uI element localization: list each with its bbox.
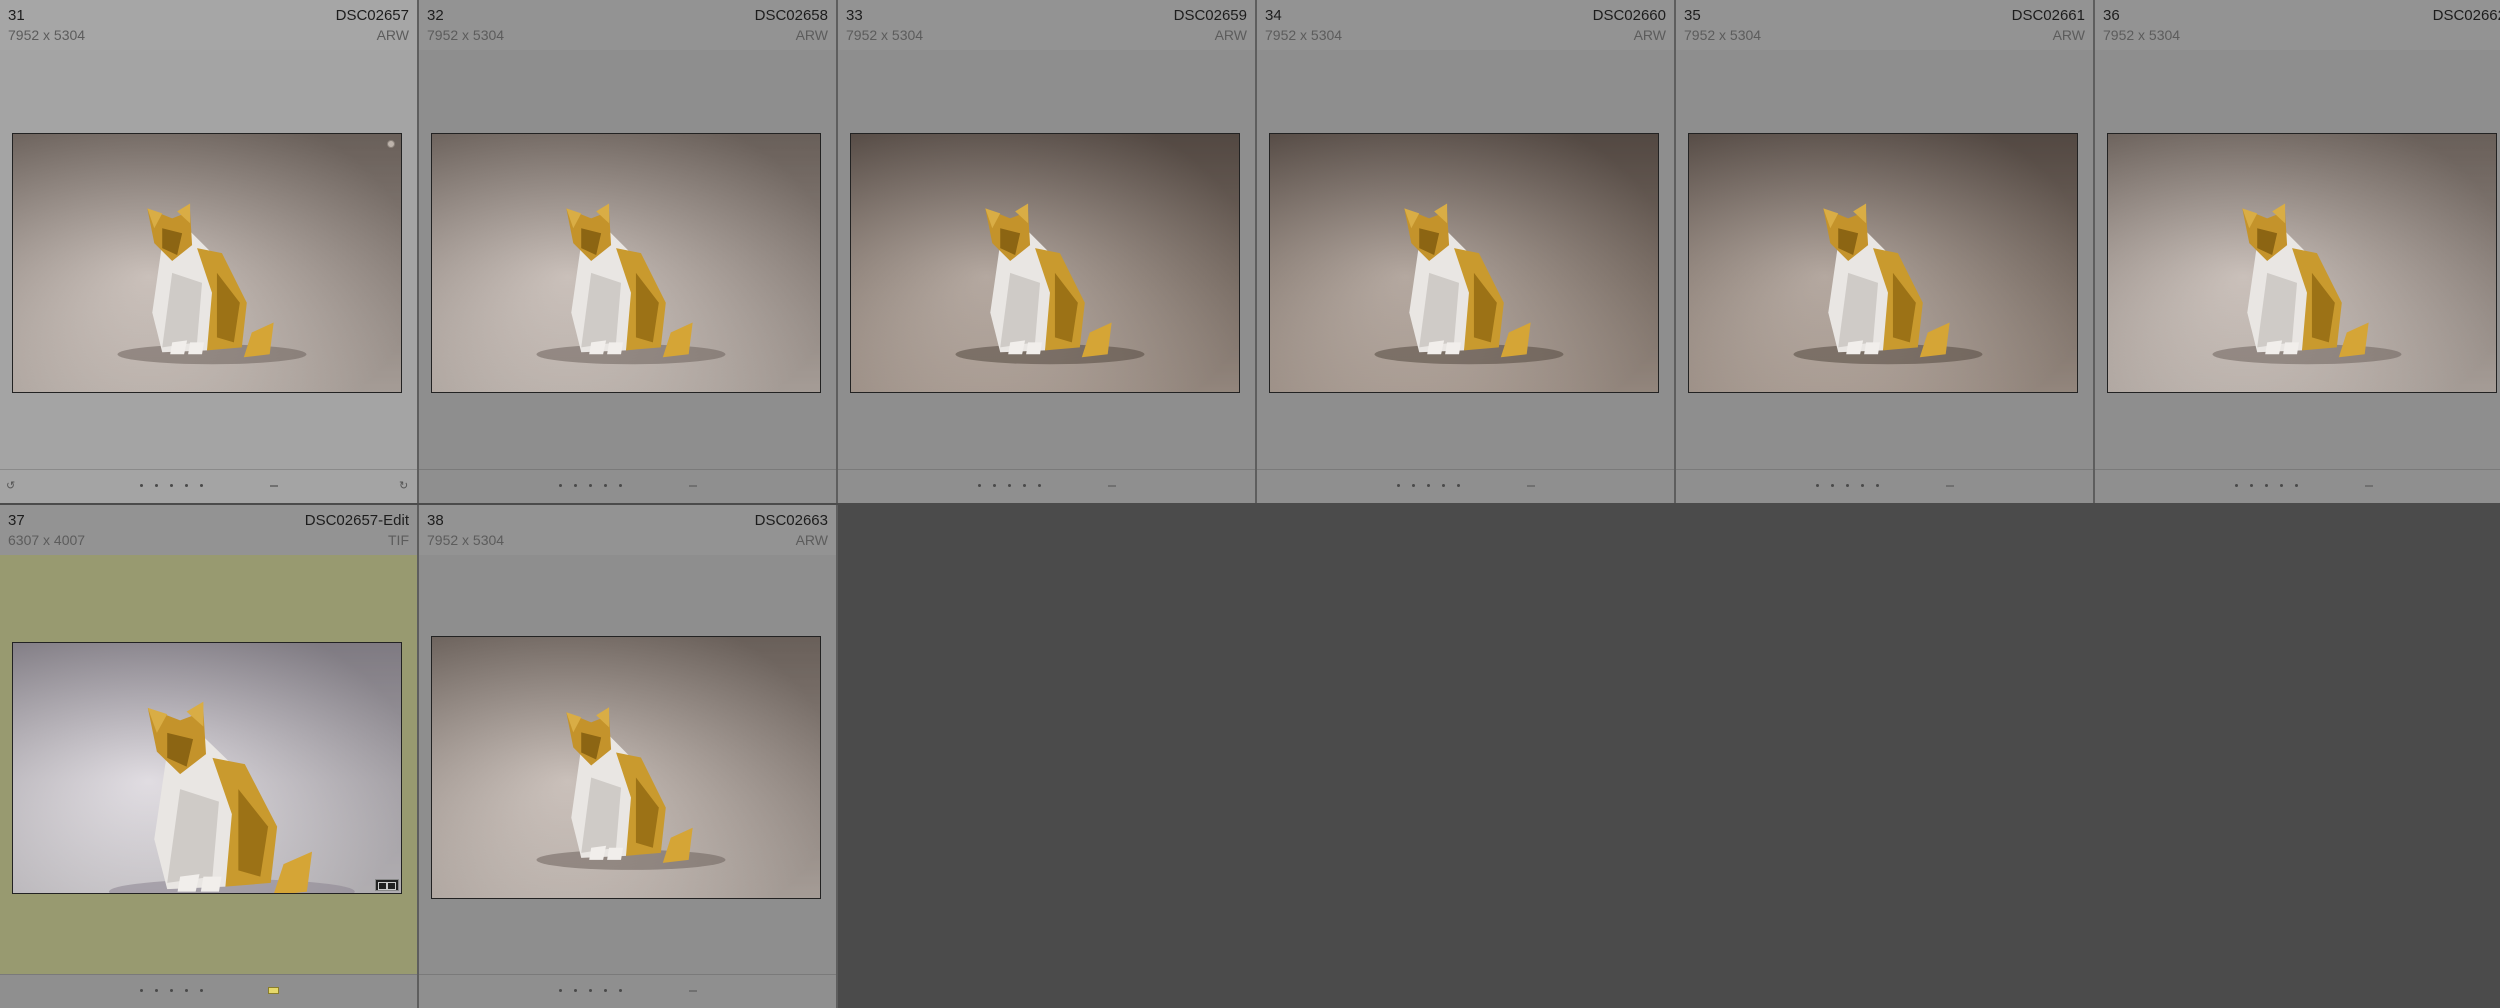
cell-extension: ARW xyxy=(795,27,828,43)
rotate-left-icon[interactable]: ↺ xyxy=(6,480,18,492)
cell-header: 32 DSC02658 7952 x 5304 ARW xyxy=(419,0,836,50)
color-label-empty[interactable] xyxy=(1527,485,1535,487)
grid-cell[interactable]: 37 DSC02657-Edit 6307 x 4007 TIF xyxy=(0,505,419,1008)
photo-thumbnail[interactable] xyxy=(431,636,821,899)
grid-cell[interactable]: 36 DSC02662 7952 x 5304 xyxy=(2095,0,2500,503)
cell-header: 37 DSC02657-Edit 6307 x 4007 TIF xyxy=(0,505,417,555)
origami-cat-photo xyxy=(432,637,820,898)
origami-cat-photo xyxy=(432,134,820,392)
cell-footer xyxy=(419,469,836,503)
origami-cat-photo xyxy=(2108,134,2496,392)
cell-index: 34 xyxy=(1265,7,1282,24)
cell-extension: TIF xyxy=(388,532,409,548)
grid-cell[interactable]: 34 DSC02660 7952 x 5304 ARW xyxy=(1257,0,1676,503)
cell-footer xyxy=(2095,469,2500,503)
color-label-empty[interactable] xyxy=(689,485,697,487)
cell-filename: DSC02660 xyxy=(1592,7,1666,24)
photo-thumbnail[interactable] xyxy=(850,133,1240,393)
photo-thumbnail[interactable] xyxy=(12,133,402,393)
cell-dimensions: 7952 x 5304 xyxy=(846,27,924,43)
cell-dimensions: 7952 x 5304 xyxy=(427,27,505,43)
star-rating[interactable] xyxy=(1816,484,1879,487)
photo-thumbnail[interactable] xyxy=(1688,133,2078,393)
cell-filename: DSC02661 xyxy=(2011,7,2085,24)
rotate-right-icon[interactable]: ↻ xyxy=(399,480,411,492)
grid-cell[interactable]: 33 DSC02659 7952 x 5304 ARW xyxy=(838,0,1257,503)
cell-footer xyxy=(0,974,417,1008)
cell-footer xyxy=(1257,469,1674,503)
star-rating[interactable] xyxy=(559,989,622,992)
yellow-color-label[interactable] xyxy=(268,987,279,994)
cell-index: 31 xyxy=(8,7,25,24)
metadata-badge-icon[interactable] xyxy=(387,140,395,148)
cell-extension: ARW xyxy=(376,27,409,43)
color-label-empty[interactable] xyxy=(1108,485,1116,487)
star-rating[interactable] xyxy=(2235,484,2298,487)
origami-cat-photo xyxy=(13,643,401,893)
cell-header: 31 DSC02657 7952 x 5304 ARW xyxy=(0,0,417,50)
origami-cat-photo xyxy=(1270,134,1658,392)
cell-footer: ↺ ↻ xyxy=(0,469,417,503)
cell-header: 35 DSC02661 7952 x 5304 ARW xyxy=(1676,0,2093,50)
cell-dimensions: 7952 x 5304 xyxy=(2103,27,2181,43)
cell-index: 33 xyxy=(846,7,863,24)
grid-cell[interactable]: 31 DSC02657 7952 x 5304 ARW ↺ ↻ xyxy=(0,0,419,503)
cell-filename: DSC02657-Edit xyxy=(304,512,409,529)
cell-footer xyxy=(838,469,1255,503)
origami-cat-photo xyxy=(13,134,401,392)
cell-index: 36 xyxy=(2103,7,2120,24)
cell-index: 38 xyxy=(427,512,444,529)
photo-thumbnail[interactable] xyxy=(2107,133,2497,393)
cell-index: 35 xyxy=(1684,7,1701,24)
photo-thumbnail[interactable] xyxy=(1269,133,1659,393)
cell-extension: ARW xyxy=(795,532,828,548)
star-rating[interactable] xyxy=(978,484,1041,487)
cell-header: 34 DSC02660 7952 x 5304 ARW xyxy=(1257,0,1674,50)
photo-thumbnail[interactable] xyxy=(12,642,402,894)
grid-cell[interactable]: 35 DSC02661 7952 x 5304 ARW xyxy=(1676,0,2095,503)
cell-footer xyxy=(419,974,836,1008)
origami-cat-photo xyxy=(1689,134,2077,392)
cell-extension: ARW xyxy=(2052,27,2085,43)
photo-thumbnail[interactable] xyxy=(431,133,821,393)
cell-header: 38 DSC02663 7952 x 5304 ARW xyxy=(419,505,836,555)
cell-index: 37 xyxy=(8,512,25,529)
color-label-empty[interactable] xyxy=(2365,485,2373,487)
grid-cell[interactable]: 38 DSC02663 7952 x 5304 ARW xyxy=(419,505,838,1008)
star-rating[interactable] xyxy=(559,484,622,487)
color-label-empty[interactable] xyxy=(689,990,697,992)
cell-dimensions: 6307 x 4007 xyxy=(8,532,86,548)
cell-dimensions: 7952 x 5304 xyxy=(1684,27,1762,43)
grid-view: 31 DSC02657 7952 x 5304 ARW ↺ ↻ 32 DSC02… xyxy=(0,0,2500,1008)
star-rating[interactable] xyxy=(140,989,203,992)
color-label-empty[interactable] xyxy=(1946,485,1954,487)
cell-index: 32 xyxy=(427,7,444,24)
color-label-empty[interactable] xyxy=(270,485,278,487)
grid-cell[interactable]: 32 DSC02658 7952 x 5304 ARW xyxy=(419,0,838,503)
cell-header: 33 DSC02659 7952 x 5304 ARW xyxy=(838,0,1255,50)
cell-dimensions: 7952 x 5304 xyxy=(427,532,505,548)
cell-filename: DSC02663 xyxy=(754,512,828,529)
cell-filename: DSC02657 xyxy=(335,7,409,24)
cell-header: 36 DSC02662 7952 x 5304 xyxy=(2095,0,2500,50)
cell-filename: DSC02659 xyxy=(1173,7,1247,24)
cell-dimensions: 7952 x 5304 xyxy=(8,27,86,43)
cell-filename: DSC02662 xyxy=(2432,7,2500,24)
edited-badge-icon[interactable] xyxy=(375,879,399,891)
star-rating[interactable] xyxy=(140,484,203,487)
cell-dimensions: 7952 x 5304 xyxy=(1265,27,1343,43)
cell-footer xyxy=(1676,469,2093,503)
cell-extension: ARW xyxy=(1633,27,1666,43)
cell-extension: ARW xyxy=(1214,27,1247,43)
origami-cat-photo xyxy=(851,134,1239,392)
star-rating[interactable] xyxy=(1397,484,1460,487)
cell-filename: DSC02658 xyxy=(754,7,828,24)
